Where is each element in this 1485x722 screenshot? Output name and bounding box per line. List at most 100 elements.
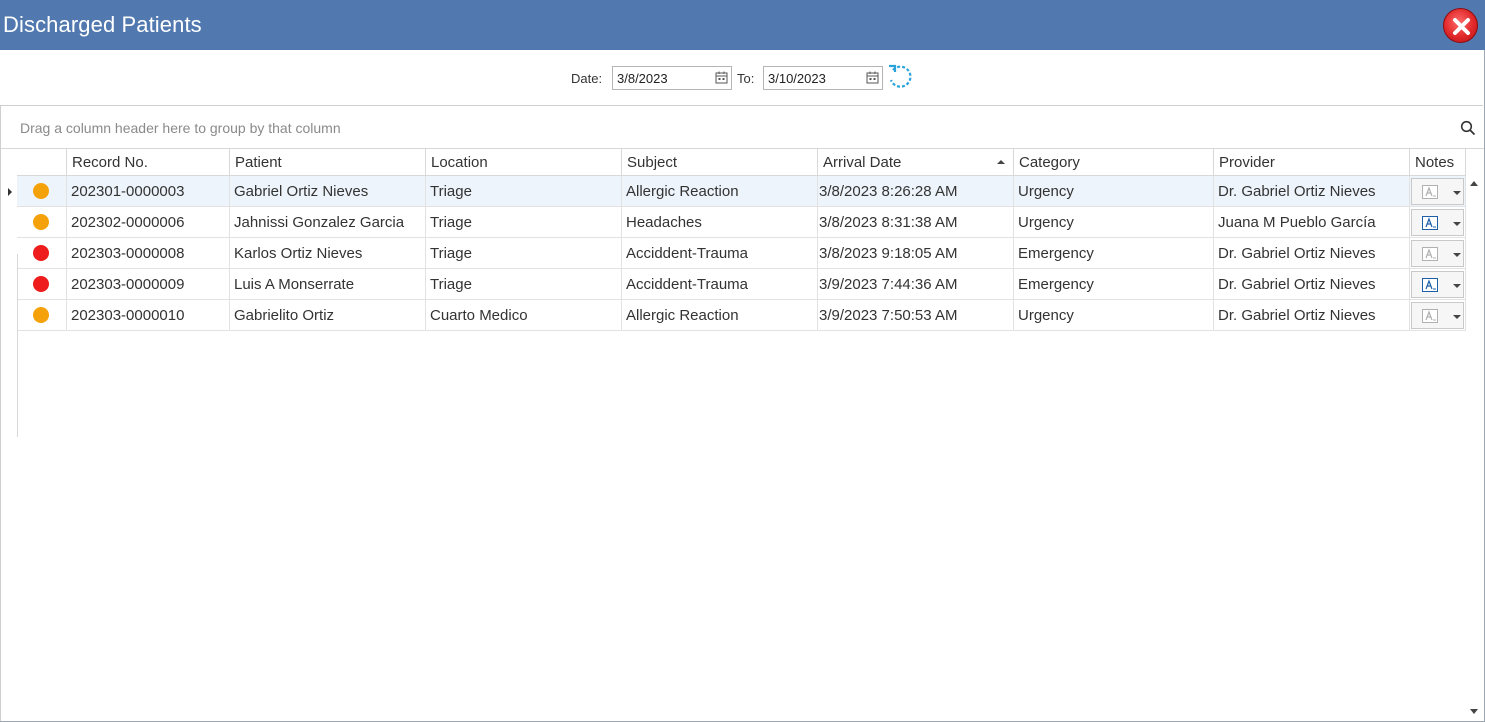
- cell-provider: Dr. Gabriel Ortiz Nieves: [1214, 176, 1410, 207]
- status-indicator: [33, 183, 49, 199]
- note-icon: [1422, 216, 1438, 230]
- sort-ascending-icon: [997, 160, 1005, 164]
- chevron-down-icon: [1453, 191, 1461, 195]
- cell-patient: Luis A Monserrate: [230, 269, 426, 300]
- column-header-category[interactable]: Category: [1014, 149, 1214, 176]
- table-row[interactable]: 202303-0000009 Luis A Monserrate Triage Acc…: [17, 269, 1466, 300]
- column-header-arrival-date[interactable]: Arrival Date: [818, 149, 1014, 176]
- status-indicator: [33, 245, 49, 261]
- cell-status: [17, 207, 67, 238]
- status-indicator: [33, 307, 49, 323]
- calendar-icon[interactable]: [866, 71, 879, 84]
- cell-arrival-date: 3/9/2023 7:50:53 AM: [818, 300, 1014, 331]
- calendar-icon[interactable]: [715, 71, 728, 84]
- status-indicator: [33, 214, 49, 230]
- cell-subject: Allergic Reaction: [622, 300, 818, 331]
- notes-dropdown-button[interactable]: [1411, 271, 1464, 298]
- table-row[interactable]: 202303-0000010 Gabrielito Ortiz Cuarto Med…: [17, 300, 1466, 331]
- refresh-icon[interactable]: [887, 64, 914, 91]
- group-panel-hint: Drag a column header here to group by th…: [20, 120, 341, 136]
- title-bar: Discharged Patients: [0, 0, 1485, 50]
- cell-record-no: 202302-0000006: [67, 207, 230, 238]
- window-title: Discharged Patients: [3, 12, 202, 37]
- notes-dropdown-button[interactable]: [1411, 240, 1464, 267]
- column-header-record-no[interactable]: Record No.: [67, 149, 230, 176]
- column-header-notes[interactable]: Notes: [1410, 149, 1466, 176]
- cell-arrival-date: 3/8/2023 9:18:05 AM: [818, 238, 1014, 269]
- column-header-provider[interactable]: Provider: [1214, 149, 1410, 176]
- cell-notes: [1410, 269, 1466, 300]
- cell-location: Triage: [426, 269, 622, 300]
- column-header-patient[interactable]: Patient: [230, 149, 426, 176]
- search-icon[interactable]: [1460, 120, 1476, 136]
- cell-status: [17, 238, 67, 269]
- cell-status: [17, 300, 67, 331]
- cell-subject: Allergic Reaction: [622, 176, 818, 207]
- vertical-scrollbar[interactable]: [1466, 177, 1483, 720]
- date-from-picker[interactable]: 3/8/2023: [612, 66, 732, 90]
- date-from-value: 3/8/2023: [617, 71, 668, 86]
- cell-category: Urgency: [1014, 300, 1214, 331]
- notes-dropdown-button[interactable]: [1411, 302, 1464, 329]
- note-icon: [1422, 278, 1438, 292]
- cell-record-no: 202303-0000008: [67, 238, 230, 269]
- date-to-value: 3/10/2023: [768, 71, 826, 86]
- cell-provider: Juana M Pueblo García: [1214, 207, 1410, 238]
- cell-location: Cuarto Medico: [426, 300, 622, 331]
- column-header-subject[interactable]: Subject: [622, 149, 818, 176]
- cell-notes: [1410, 238, 1466, 269]
- cell-status: [17, 269, 67, 300]
- cell-subject: Acciddent-Trauma: [622, 238, 818, 269]
- date-to-picker[interactable]: 3/10/2023: [763, 66, 883, 90]
- cell-location: Triage: [426, 207, 622, 238]
- cell-location: Triage: [426, 176, 622, 207]
- date-filter-bar: Date: 3/8/2023 To: 3/10/2023: [0, 50, 1485, 105]
- to-label: To:: [737, 71, 755, 86]
- cell-provider: Dr. Gabriel Ortiz Nieves: [1214, 300, 1410, 331]
- cell-status: [17, 176, 67, 207]
- table-row[interactable]: 202303-0000008 Karlos Ortiz Nieves Triage A…: [17, 238, 1466, 269]
- column-header-arrival-date-label: Arrival Date: [823, 154, 902, 171]
- cell-category: Emergency: [1014, 269, 1214, 300]
- chevron-down-icon: [1453, 315, 1461, 319]
- cell-patient: Jahnissi Gonzalez Garcia: [230, 207, 426, 238]
- cell-record-no: 202303-0000010: [67, 300, 230, 331]
- cell-provider: Dr. Gabriel Ortiz Nieves: [1214, 269, 1410, 300]
- close-icon: [1453, 18, 1470, 35]
- cell-record-no: 202303-0000009: [67, 269, 230, 300]
- cell-subject: Headaches: [622, 207, 818, 238]
- cell-category: Urgency: [1014, 207, 1214, 238]
- cell-arrival-date: 3/8/2023 8:31:38 AM: [818, 207, 1014, 238]
- table-row[interactable]: 202301-0000003 Gabriel Ortiz Nieves Triage…: [17, 176, 1466, 207]
- cell-category: Urgency: [1014, 176, 1214, 207]
- row-indicator-column: [17, 254, 18, 437]
- cell-provider: Dr. Gabriel Ortiz Nieves: [1214, 238, 1410, 269]
- close-button[interactable]: [1443, 8, 1478, 43]
- current-row-indicator: [8, 188, 12, 196]
- status-indicator: [33, 276, 49, 292]
- column-header-status[interactable]: [17, 149, 67, 176]
- patients-grid: Drag a column header here to group by th…: [0, 105, 1484, 721]
- table-row[interactable]: 202302-0000006 Jahnissi Gonzalez Garcia Tr…: [17, 207, 1466, 238]
- cell-subject: Acciddent-Trauma: [622, 269, 818, 300]
- cell-location: Triage: [426, 238, 622, 269]
- scroll-up-arrow[interactable]: [1470, 181, 1478, 186]
- cell-record-no: 202301-0000003: [67, 176, 230, 207]
- discharged-patients-window: Discharged Patients Date: 3/8/2023 To: 3…: [0, 0, 1485, 722]
- cell-category: Emergency: [1014, 238, 1214, 269]
- cell-notes: [1410, 300, 1466, 331]
- cell-arrival-date: 3/8/2023 8:26:28 AM: [818, 176, 1014, 207]
- cell-arrival-date: 3/9/2023 7:44:36 AM: [818, 269, 1014, 300]
- note-icon: [1422, 185, 1438, 199]
- group-panel[interactable]: Drag a column header here to group by th…: [1, 106, 1484, 149]
- column-header-location[interactable]: Location: [426, 149, 622, 176]
- scroll-down-arrow[interactable]: [1470, 709, 1478, 714]
- cell-notes: [1410, 207, 1466, 238]
- notes-dropdown-button[interactable]: [1411, 209, 1464, 236]
- chevron-down-icon: [1453, 253, 1461, 257]
- chevron-down-icon: [1453, 222, 1461, 226]
- note-icon: [1422, 247, 1438, 261]
- cell-patient: Gabrielito Ortiz: [230, 300, 426, 331]
- note-icon: [1422, 309, 1438, 323]
- notes-dropdown-button[interactable]: [1411, 178, 1464, 205]
